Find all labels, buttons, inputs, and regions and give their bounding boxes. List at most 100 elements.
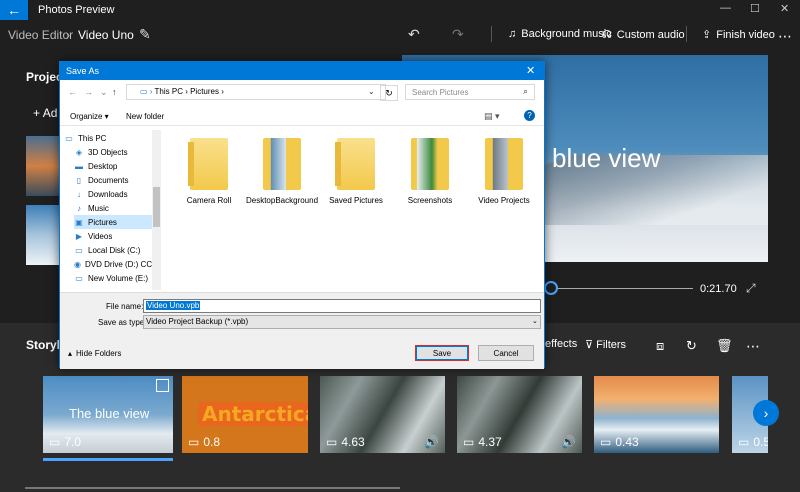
- storyboard-clip[interactable]: ▭ 4.37 🔊: [457, 376, 582, 453]
- clip-select-checkbox[interactable]: [156, 379, 169, 392]
- save-as-dialog: Save As ✕ ← → ⌄ ↑ ▭ › This PC › Pictures…: [59, 61, 545, 369]
- close-button[interactable]: ✕: [780, 2, 789, 15]
- finish-video-button[interactable]: ⇪ Finish video: [702, 28, 775, 42]
- nav-item-this-pc[interactable]: ▭ This PC: [64, 131, 154, 145]
- breadcrumb-project-name: Video Uno: [78, 28, 134, 42]
- crop-icon[interactable]: ⧈: [656, 338, 664, 354]
- new-folder-button[interactable]: New folder: [126, 112, 164, 121]
- nav-item-pictures[interactable]: ▣ Pictures: [74, 215, 152, 229]
- filters-button[interactable]: ⊽ Filters: [585, 338, 626, 351]
- view-options-icon[interactable]: ▤ ▾: [484, 111, 500, 122]
- folder-item[interactable]: DesktopBackground: [246, 138, 318, 206]
- storyboard-clip[interactable]: ▭ 4.63 🔊: [320, 376, 445, 453]
- library-thumbnail[interactable]: [26, 205, 62, 265]
- dialog-title-bar: [60, 62, 544, 80]
- dialog-title: Save As: [66, 66, 100, 76]
- nav-item-new-volume[interactable]: ▭ New Volume (E:): [74, 271, 152, 285]
- volume-icon[interactable]: 🔊: [561, 435, 576, 449]
- file-name-input[interactable]: Video Uno.vpb: [143, 299, 541, 313]
- hide-folders-toggle[interactable]: ▴ Hide Folders: [68, 349, 121, 358]
- address-path[interactable]: ▭ › This PC › Pictures ›: [140, 87, 224, 96]
- clip-duration: ▭ 4.37: [463, 435, 502, 449]
- up-arrow-icon[interactable]: ↑: [112, 87, 117, 97]
- caret-up-icon: ▴: [68, 349, 73, 358]
- folder-icon: [485, 138, 523, 190]
- folder-item[interactable]: Video Projects: [470, 138, 538, 206]
- folder-item[interactable]: Saved Pictures: [322, 138, 390, 206]
- recent-dropdown-icon[interactable]: ⌄: [100, 87, 108, 98]
- nav-item-downloads[interactable]: ↓ Downloads: [74, 187, 164, 201]
- cancel-button[interactable]: Cancel: [478, 345, 534, 361]
- clip-title: Antarctica: [198, 402, 308, 426]
- clip-duration: ▭ 0.5: [738, 435, 768, 449]
- playback-scrubber-track[interactable]: [548, 288, 693, 289]
- back-button[interactable]: ←: [0, 0, 28, 20]
- scroll-right-button[interactable]: ›: [753, 400, 779, 426]
- chevron-down-icon[interactable]: ⌄: [532, 317, 538, 325]
- nav-item-videos[interactable]: ▶ Videos: [74, 229, 164, 243]
- storyboard-clip[interactable]: ▭ 0.43: [594, 376, 719, 453]
- refresh-icon[interactable]: ↻: [380, 85, 398, 101]
- chevron-right-icon: ›: [763, 405, 769, 421]
- custom-audio-button[interactable]: ☊ Custom audio: [602, 28, 685, 42]
- storyboard-scrollbar[interactable]: [25, 487, 400, 489]
- minimize-button[interactable]: —: [720, 2, 731, 14]
- effects-button[interactable]: effects: [545, 338, 577, 350]
- fullscreen-icon[interactable]: ⤢: [746, 281, 756, 296]
- drive-icon: ▭: [75, 245, 83, 255]
- breadcrumb-video-editor[interactable]: Video Editor: [8, 28, 73, 42]
- folder-item[interactable]: Camera Roll: [175, 138, 243, 206]
- image-icon: ▭: [738, 435, 750, 449]
- undo-icon[interactable]: ↶: [408, 26, 420, 43]
- redo-icon[interactable]: ↷: [452, 26, 464, 43]
- save-type-select[interactable]: Video Project Backup (*.vpb): [143, 315, 541, 329]
- search-icon[interactable]: ⌕: [523, 86, 528, 97]
- folder-icon: [263, 138, 301, 190]
- nav-item-documents[interactable]: ▯ Documents: [74, 173, 164, 187]
- edit-pencil-icon[interactable]: ✎: [139, 26, 151, 43]
- background-music-button[interactable]: ♫ Background music: [508, 28, 612, 40]
- pictures-icon: ▣: [75, 217, 83, 227]
- add-button[interactable]: + Ad: [33, 106, 57, 120]
- app-title: Photos Preview: [38, 4, 115, 16]
- image-icon: ▭: [600, 435, 612, 449]
- help-icon[interactable]: ?: [524, 110, 535, 121]
- dialog-close-button[interactable]: ✕: [526, 64, 535, 77]
- rotate-icon[interactable]: ↻: [686, 338, 697, 354]
- navigation-scrollbar-thumb[interactable]: [153, 187, 160, 227]
- forward-arrow-icon[interactable]: →: [84, 87, 93, 97]
- search-input[interactable]: Search Pictures: [405, 84, 535, 100]
- clip-duration: ▭ 0.43: [600, 435, 639, 449]
- back-arrow-icon[interactable]: ←: [68, 87, 77, 97]
- clip-title: The blue view: [69, 406, 150, 421]
- storyboard-clip[interactable]: Antarctica ▭ 0.8: [182, 376, 308, 453]
- plus-icon: +: [33, 106, 43, 120]
- folder-icon: [335, 138, 375, 190]
- playback-scrubber-handle[interactable]: [544, 281, 558, 295]
- library-thumbnail[interactable]: [26, 136, 62, 196]
- delete-icon[interactable]: 🗑: [716, 338, 733, 354]
- save-button[interactable]: Save: [415, 345, 469, 361]
- chevron-right-icon: ›: [66, 28, 70, 42]
- nav-item-3d-objects[interactable]: ◈ 3D Objects: [74, 145, 164, 159]
- download-icon: ↓: [77, 189, 81, 199]
- folder-item[interactable]: Screenshots: [396, 138, 464, 206]
- maximize-button[interactable]: ☐: [750, 2, 760, 15]
- address-dropdown-icon[interactable]: ⌄: [368, 87, 375, 96]
- playback-time: 0:21.70: [700, 283, 737, 295]
- storyboard-clip[interactable]: The blue view ▭ 7.0: [43, 376, 173, 453]
- organize-button[interactable]: Organize ▾: [70, 112, 109, 121]
- folder-icon: [411, 138, 449, 190]
- volume-icon[interactable]: 🔊: [424, 435, 439, 449]
- drive-icon: ▭: [75, 273, 83, 283]
- file-name-value: Video Uno.vpb: [146, 301, 201, 310]
- toolbar-divider: [491, 26, 492, 42]
- folder-icon: [188, 138, 228, 190]
- more-options-button[interactable]: ⋯: [778, 28, 792, 45]
- nav-item-music[interactable]: ♪ Music: [74, 201, 164, 215]
- nav-item-dvd-drive[interactable]: ◉ DVD Drive (D:) CC: [74, 257, 152, 271]
- nav-item-local-disk[interactable]: ▭ Local Disk (C:): [74, 243, 152, 257]
- music-icon: ♪: [77, 203, 81, 213]
- nav-item-desktop[interactable]: ▬ Desktop: [74, 159, 164, 173]
- more-options-button[interactable]: ⋯: [746, 338, 760, 355]
